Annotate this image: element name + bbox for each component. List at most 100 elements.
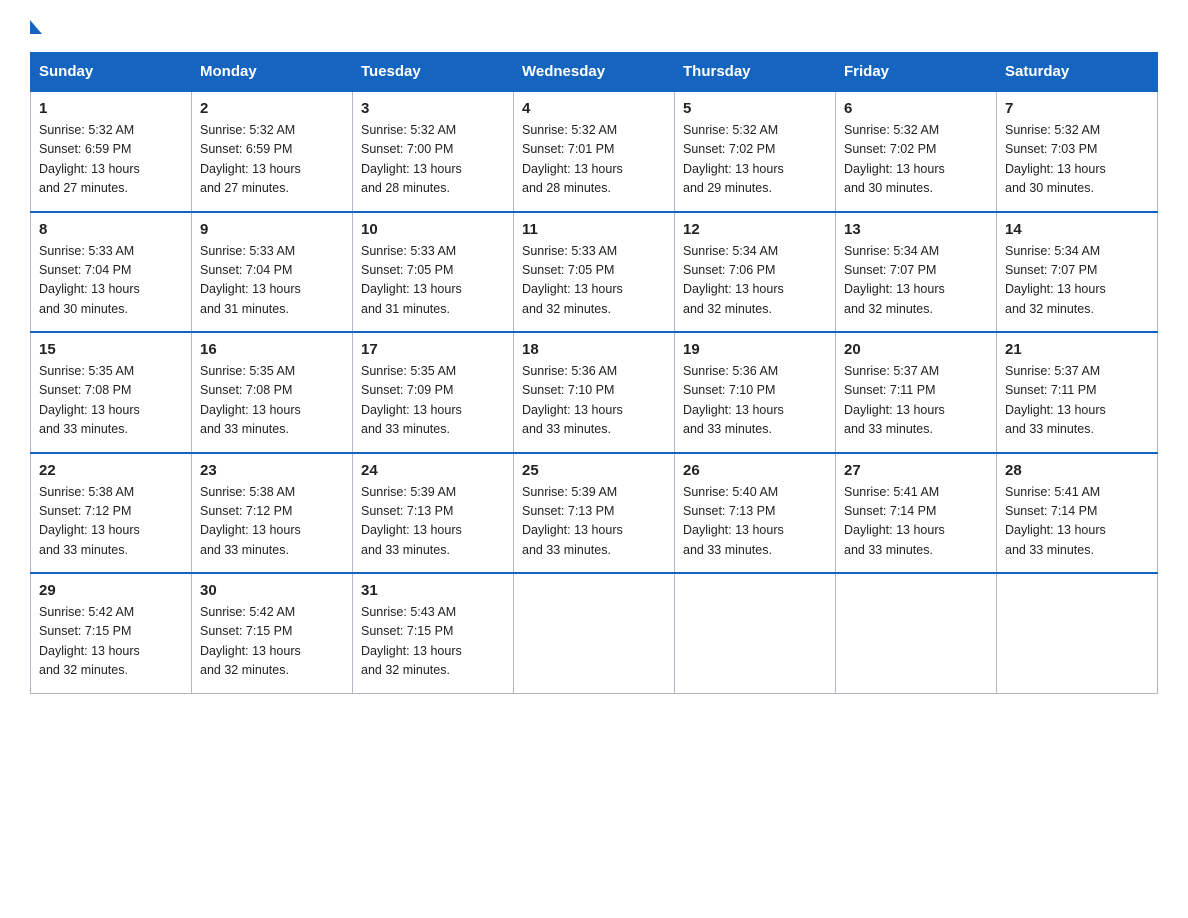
- day-number: 21: [1005, 341, 1149, 358]
- calendar-cell: 16 Sunrise: 5:35 AM Sunset: 7:08 PM Dayl…: [192, 332, 353, 453]
- day-number: 19: [683, 341, 827, 358]
- day-number: 4: [522, 100, 666, 117]
- calendar-cell: 23 Sunrise: 5:38 AM Sunset: 7:12 PM Dayl…: [192, 453, 353, 574]
- calendar-cell: 31 Sunrise: 5:43 AM Sunset: 7:15 PM Dayl…: [353, 573, 514, 693]
- day-number: 6: [844, 100, 988, 117]
- calendar-cell: 2 Sunrise: 5:32 AM Sunset: 6:59 PM Dayli…: [192, 91, 353, 212]
- calendar-cell: 11 Sunrise: 5:33 AM Sunset: 7:05 PM Dayl…: [514, 212, 675, 333]
- calendar-cell: 19 Sunrise: 5:36 AM Sunset: 7:10 PM Dayl…: [675, 332, 836, 453]
- day-number: 5: [683, 100, 827, 117]
- calendar-cell: 9 Sunrise: 5:33 AM Sunset: 7:04 PM Dayli…: [192, 212, 353, 333]
- calendar-cell: 14 Sunrise: 5:34 AM Sunset: 7:07 PM Dayl…: [997, 212, 1158, 333]
- day-number: 23: [200, 462, 344, 479]
- week-row-3: 15 Sunrise: 5:35 AM Sunset: 7:08 PM Dayl…: [31, 332, 1158, 453]
- week-row-5: 29 Sunrise: 5:42 AM Sunset: 7:15 PM Dayl…: [31, 573, 1158, 693]
- day-number: 17: [361, 341, 505, 358]
- day-number: 24: [361, 462, 505, 479]
- day-number: 16: [200, 341, 344, 358]
- day-number: 25: [522, 462, 666, 479]
- calendar-cell: 10 Sunrise: 5:33 AM Sunset: 7:05 PM Dayl…: [353, 212, 514, 333]
- day-number: 29: [39, 582, 183, 599]
- day-number: 20: [844, 341, 988, 358]
- calendar-cell: 30 Sunrise: 5:42 AM Sunset: 7:15 PM Dayl…: [192, 573, 353, 693]
- calendar-cell: 25 Sunrise: 5:39 AM Sunset: 7:13 PM Dayl…: [514, 453, 675, 574]
- calendar-cell: 28 Sunrise: 5:41 AM Sunset: 7:14 PM Dayl…: [997, 453, 1158, 574]
- day-info: Sunrise: 5:42 AM Sunset: 7:15 PM Dayligh…: [39, 603, 183, 681]
- day-number: 30: [200, 582, 344, 599]
- calendar-cell: [514, 573, 675, 693]
- day-info: Sunrise: 5:38 AM Sunset: 7:12 PM Dayligh…: [200, 483, 344, 561]
- calendar-cell: 15 Sunrise: 5:35 AM Sunset: 7:08 PM Dayl…: [31, 332, 192, 453]
- calendar-cell: 22 Sunrise: 5:38 AM Sunset: 7:12 PM Dayl…: [31, 453, 192, 574]
- day-info: Sunrise: 5:41 AM Sunset: 7:14 PM Dayligh…: [1005, 483, 1149, 561]
- calendar-cell: 21 Sunrise: 5:37 AM Sunset: 7:11 PM Dayl…: [997, 332, 1158, 453]
- calendar-cell: 29 Sunrise: 5:42 AM Sunset: 7:15 PM Dayl…: [31, 573, 192, 693]
- day-header-sunday: Sunday: [31, 53, 192, 92]
- logo: [30, 20, 42, 32]
- day-info: Sunrise: 5:34 AM Sunset: 7:07 PM Dayligh…: [1005, 242, 1149, 320]
- calendar-cell: [997, 573, 1158, 693]
- day-info: Sunrise: 5:42 AM Sunset: 7:15 PM Dayligh…: [200, 603, 344, 681]
- day-number: 27: [844, 462, 988, 479]
- day-number: 1: [39, 100, 183, 117]
- day-number: 14: [1005, 221, 1149, 238]
- day-info: Sunrise: 5:37 AM Sunset: 7:11 PM Dayligh…: [844, 362, 988, 440]
- day-info: Sunrise: 5:32 AM Sunset: 7:03 PM Dayligh…: [1005, 121, 1149, 199]
- day-number: 15: [39, 341, 183, 358]
- calendar-cell: 6 Sunrise: 5:32 AM Sunset: 7:02 PM Dayli…: [836, 91, 997, 212]
- logo-arrow-icon: [30, 20, 42, 34]
- day-info: Sunrise: 5:38 AM Sunset: 7:12 PM Dayligh…: [39, 483, 183, 561]
- day-info: Sunrise: 5:32 AM Sunset: 6:59 PM Dayligh…: [39, 121, 183, 199]
- calendar-cell: [836, 573, 997, 693]
- day-number: 11: [522, 221, 666, 238]
- calendar-cell: 18 Sunrise: 5:36 AM Sunset: 7:10 PM Dayl…: [514, 332, 675, 453]
- day-number: 13: [844, 221, 988, 238]
- day-info: Sunrise: 5:40 AM Sunset: 7:13 PM Dayligh…: [683, 483, 827, 561]
- day-info: Sunrise: 5:33 AM Sunset: 7:04 PM Dayligh…: [200, 242, 344, 320]
- header: [30, 20, 1158, 32]
- calendar-cell: 20 Sunrise: 5:37 AM Sunset: 7:11 PM Dayl…: [836, 332, 997, 453]
- calendar-cell: 26 Sunrise: 5:40 AM Sunset: 7:13 PM Dayl…: [675, 453, 836, 574]
- week-row-4: 22 Sunrise: 5:38 AM Sunset: 7:12 PM Dayl…: [31, 453, 1158, 574]
- day-number: 22: [39, 462, 183, 479]
- day-info: Sunrise: 5:36 AM Sunset: 7:10 PM Dayligh…: [522, 362, 666, 440]
- day-header-monday: Monday: [192, 53, 353, 92]
- day-info: Sunrise: 5:33 AM Sunset: 7:05 PM Dayligh…: [522, 242, 666, 320]
- calendar-cell: 24 Sunrise: 5:39 AM Sunset: 7:13 PM Dayl…: [353, 453, 514, 574]
- day-info: Sunrise: 5:39 AM Sunset: 7:13 PM Dayligh…: [522, 483, 666, 561]
- calendar-cell: 27 Sunrise: 5:41 AM Sunset: 7:14 PM Dayl…: [836, 453, 997, 574]
- calendar-cell: [675, 573, 836, 693]
- day-info: Sunrise: 5:35 AM Sunset: 7:09 PM Dayligh…: [361, 362, 505, 440]
- day-info: Sunrise: 5:37 AM Sunset: 7:11 PM Dayligh…: [1005, 362, 1149, 440]
- day-number: 12: [683, 221, 827, 238]
- week-row-1: 1 Sunrise: 5:32 AM Sunset: 6:59 PM Dayli…: [31, 91, 1158, 212]
- day-info: Sunrise: 5:32 AM Sunset: 7:01 PM Dayligh…: [522, 121, 666, 199]
- day-header-saturday: Saturday: [997, 53, 1158, 92]
- calendar-cell: 8 Sunrise: 5:33 AM Sunset: 7:04 PM Dayli…: [31, 212, 192, 333]
- day-info: Sunrise: 5:32 AM Sunset: 6:59 PM Dayligh…: [200, 121, 344, 199]
- day-number: 7: [1005, 100, 1149, 117]
- day-header-wednesday: Wednesday: [514, 53, 675, 92]
- day-number: 10: [361, 221, 505, 238]
- calendar-cell: 7 Sunrise: 5:32 AM Sunset: 7:03 PM Dayli…: [997, 91, 1158, 212]
- calendar-cell: 13 Sunrise: 5:34 AM Sunset: 7:07 PM Dayl…: [836, 212, 997, 333]
- calendar-cell: 5 Sunrise: 5:32 AM Sunset: 7:02 PM Dayli…: [675, 91, 836, 212]
- day-info: Sunrise: 5:43 AM Sunset: 7:15 PM Dayligh…: [361, 603, 505, 681]
- day-header-thursday: Thursday: [675, 53, 836, 92]
- day-number: 28: [1005, 462, 1149, 479]
- day-info: Sunrise: 5:32 AM Sunset: 7:02 PM Dayligh…: [683, 121, 827, 199]
- days-header-row: SundayMondayTuesdayWednesdayThursdayFrid…: [31, 53, 1158, 92]
- day-info: Sunrise: 5:41 AM Sunset: 7:14 PM Dayligh…: [844, 483, 988, 561]
- day-number: 2: [200, 100, 344, 117]
- day-info: Sunrise: 5:35 AM Sunset: 7:08 PM Dayligh…: [39, 362, 183, 440]
- calendar-cell: 3 Sunrise: 5:32 AM Sunset: 7:00 PM Dayli…: [353, 91, 514, 212]
- day-number: 8: [39, 221, 183, 238]
- day-info: Sunrise: 5:36 AM Sunset: 7:10 PM Dayligh…: [683, 362, 827, 440]
- day-info: Sunrise: 5:32 AM Sunset: 7:02 PM Dayligh…: [844, 121, 988, 199]
- day-info: Sunrise: 5:33 AM Sunset: 7:04 PM Dayligh…: [39, 242, 183, 320]
- day-number: 31: [361, 582, 505, 599]
- calendar-cell: 4 Sunrise: 5:32 AM Sunset: 7:01 PM Dayli…: [514, 91, 675, 212]
- day-info: Sunrise: 5:34 AM Sunset: 7:06 PM Dayligh…: [683, 242, 827, 320]
- day-header-friday: Friday: [836, 53, 997, 92]
- week-row-2: 8 Sunrise: 5:33 AM Sunset: 7:04 PM Dayli…: [31, 212, 1158, 333]
